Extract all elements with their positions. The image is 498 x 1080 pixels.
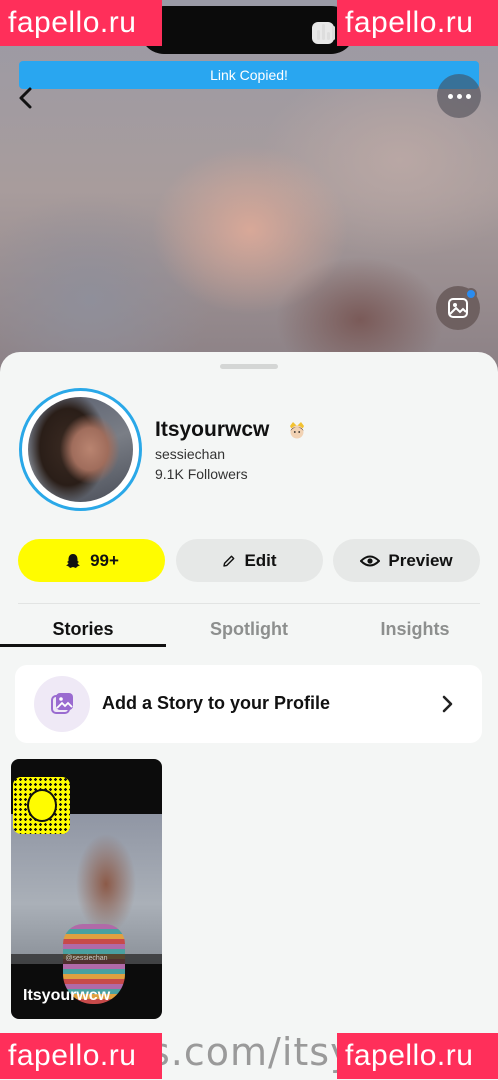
audio-wave-icon — [317, 22, 337, 42]
avatar-photo — [28, 397, 133, 502]
back-icon[interactable] — [12, 84, 40, 112]
profile-banner-image — [0, 0, 498, 380]
dynamic-island — [140, 6, 355, 54]
avatar[interactable] — [19, 388, 142, 511]
bitmoji-icon — [27, 789, 57, 822]
tab-spotlight[interactable]: Spotlight — [166, 619, 332, 640]
watermark-bottom-right: fapello.ru — [337, 1033, 498, 1079]
princess-emoji-icon — [290, 422, 304, 439]
friends-count-label: 99+ — [90, 550, 119, 570]
divider — [18, 603, 480, 604]
story-title: Itsyourwcw — [23, 987, 111, 1004]
watermark-top-left: fapello.ru — [0, 0, 162, 46]
link-copied-toast: Link Copied! — [19, 61, 479, 89]
tab-insights[interactable]: Insights — [332, 619, 498, 640]
chevron-right-icon — [442, 695, 453, 713]
add-story-label: Add a Story to your Profile — [102, 693, 331, 713]
add-story-card[interactable]: Add a Story to your Profile — [15, 665, 482, 743]
ghost-icon — [66, 553, 81, 568]
edit-label: Edit — [244, 550, 277, 570]
add-story-icon — [34, 676, 90, 732]
change-banner-photo-button[interactable] — [436, 286, 480, 330]
more-icon — [447, 93, 453, 99]
photo-icon — [448, 298, 468, 318]
active-tab-indicator — [0, 644, 166, 647]
watermark-top-right: fapello.ru — [337, 0, 498, 46]
followers-count[interactable]: 9.1K Followers — [155, 466, 248, 482]
snapcode — [13, 777, 70, 834]
story-photo: @sessiechan — [11, 814, 162, 1004]
username: sessiechan — [155, 446, 226, 462]
url-watermark: s.com/itsy — [150, 1030, 354, 1074]
story-username-tag: @sessiechan — [11, 954, 162, 964]
more-options-button[interactable] — [437, 74, 481, 118]
preview-button[interactable]: Preview — [333, 539, 480, 582]
eye-icon — [360, 555, 381, 566]
preview-label: Preview — [388, 550, 453, 570]
display-name: Itsyourwcw — [155, 418, 270, 441]
edit-button[interactable]: Edit — [176, 539, 323, 582]
tab-stories[interactable]: Stories — [0, 619, 166, 640]
notification-dot — [465, 288, 477, 300]
watermark-bottom-left: fapello.ru — [0, 1033, 162, 1079]
story-tile[interactable]: @sessiechan Itsyourwcw — [11, 759, 162, 1019]
sheet-handle[interactable] — [220, 364, 278, 369]
pencil-icon — [223, 555, 235, 567]
friends-button[interactable]: 99+ — [18, 539, 165, 582]
